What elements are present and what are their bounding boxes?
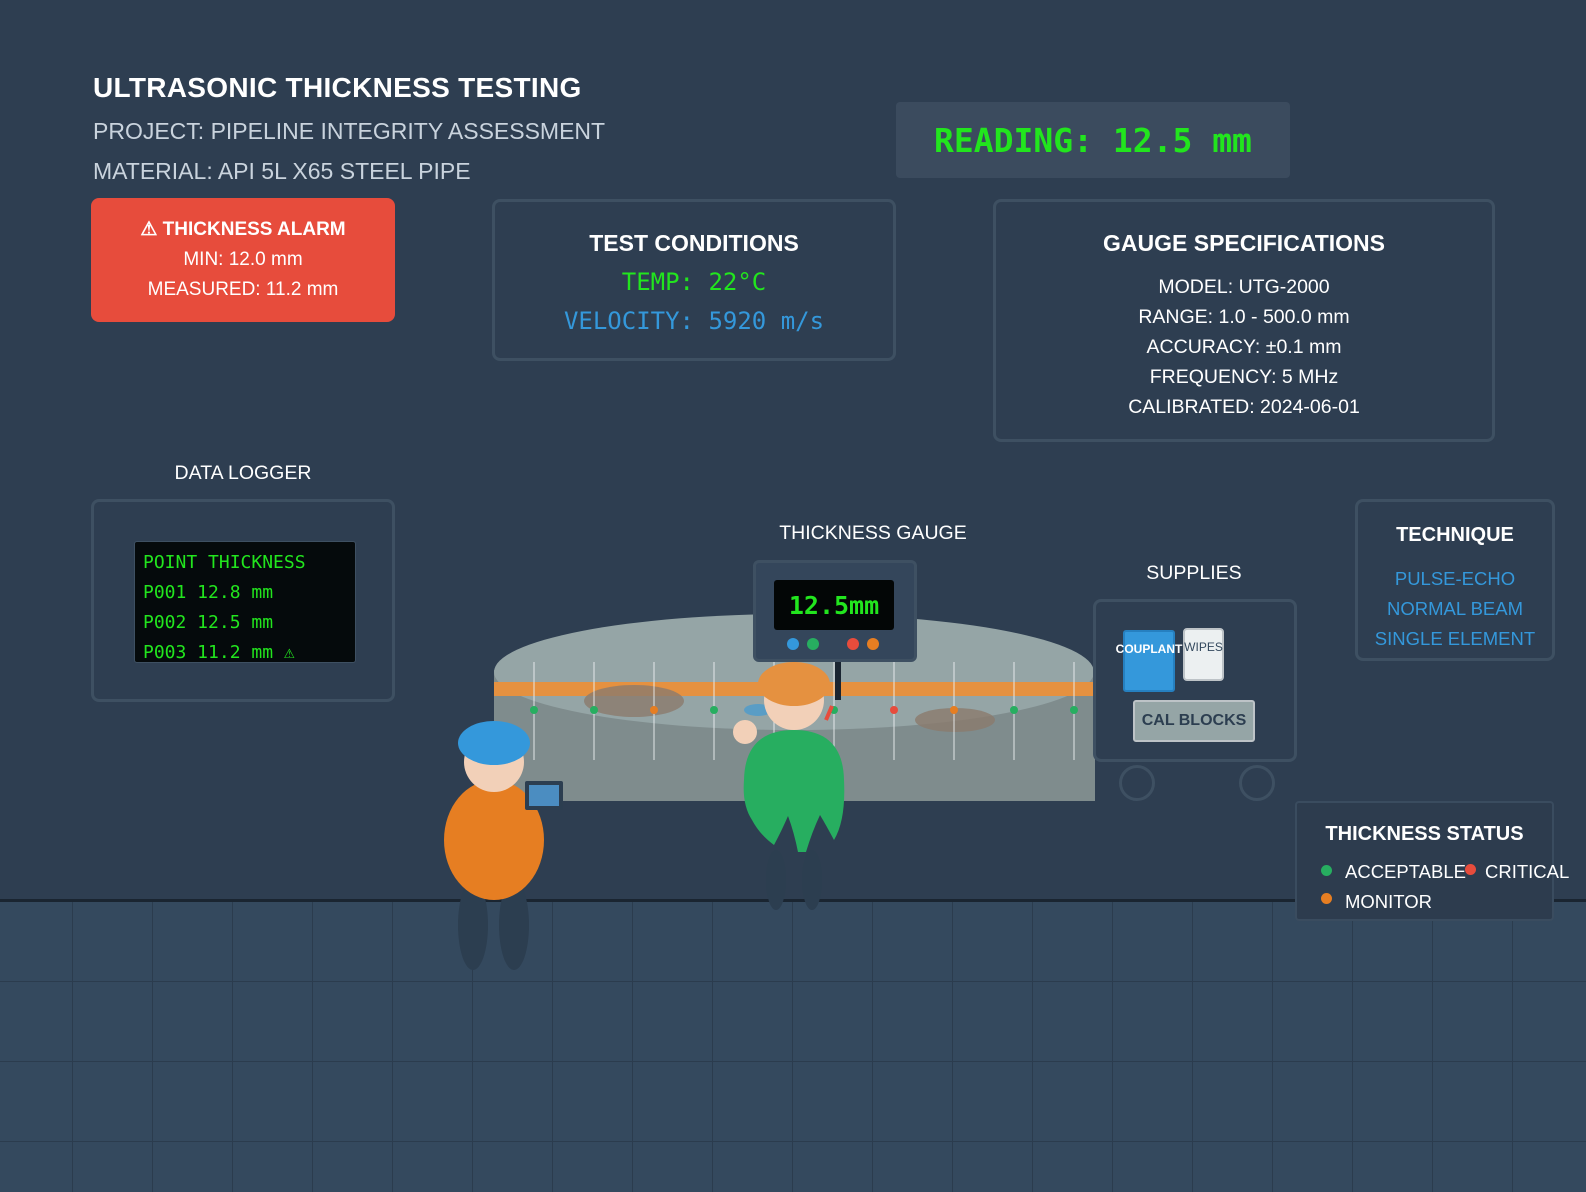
point-acceptable[interactable] [530,706,538,714]
supplies-label: SUPPLIES [1146,562,1242,584]
legend-critical: CRITICAL [1485,861,1570,882]
cart-wheel [1119,765,1155,801]
point-acceptable[interactable] [710,706,718,714]
point-acceptable[interactable] [1070,706,1078,714]
thickness-status-legend: THICKNESS STATUS ACCEPTABLE CRITICAL MON… [1295,801,1569,921]
acceptable-dot-icon [1321,865,1332,876]
cart-wheel [1239,765,1275,801]
point-acceptable[interactable] [1010,706,1018,714]
gauge-display: 12.5mm [774,580,894,630]
legend-monitor: MONITOR [1345,891,1433,912]
point-monitor[interactable] [950,706,958,714]
technique-title: TECHNIQUE [1396,524,1514,546]
gauge-display-value: 12.5mm [788,590,880,620]
cal-blocks[interactable]: CAL BLOCKS [1133,700,1255,742]
gauge-button-blue[interactable] [787,638,799,650]
logger-row: P002 12.5 mm [143,612,274,633]
wipes-box[interactable]: WIPES [1183,628,1224,681]
critical-dot-icon [1465,864,1476,875]
point-acceptable[interactable] [590,706,598,714]
monitor-dot-icon [1321,893,1332,904]
couplant-bottle[interactable]: COUPLANT [1116,630,1182,692]
point-monitor[interactable] [650,706,658,714]
cal-blocks-label: CAL BLOCKS [1141,712,1247,729]
logger-row: P001 12.8 mm [143,582,274,603]
logger-row: P003 11.2 mm ⚠ [143,642,295,663]
tablet-icon [529,785,559,806]
data-logger-label: DATA LOGGER [174,462,312,484]
data-logger-screen[interactable]: POINT THICKNESS P001 12.8 mm P002 12.5 m… [134,541,356,663]
technique-panel: TECHNIQUE PULSE-ECHO NORMAL BEAM SINGLE … [1355,499,1555,661]
legend-title: THICKNESS STATUS [1325,823,1524,845]
legend-acceptable: ACCEPTABLE [1345,861,1466,882]
gauge-button-red[interactable] [847,638,859,650]
technique-item: NORMAL BEAM [1386,598,1524,619]
wipes-label: WIPES [1184,640,1223,654]
gauge-button-orange[interactable] [867,638,879,650]
corrosion-patch [584,685,684,717]
technique-item: SINGLE ELEMENT [1374,628,1536,649]
technique-item: PULSE-ECHO [1394,568,1516,589]
thickness-gauge-label: THICKNESS GAUGE [779,522,967,544]
logger-row: POINT THICKNESS [143,552,306,573]
point-critical[interactable] [890,706,898,714]
gauge-button-green[interactable] [807,638,819,650]
